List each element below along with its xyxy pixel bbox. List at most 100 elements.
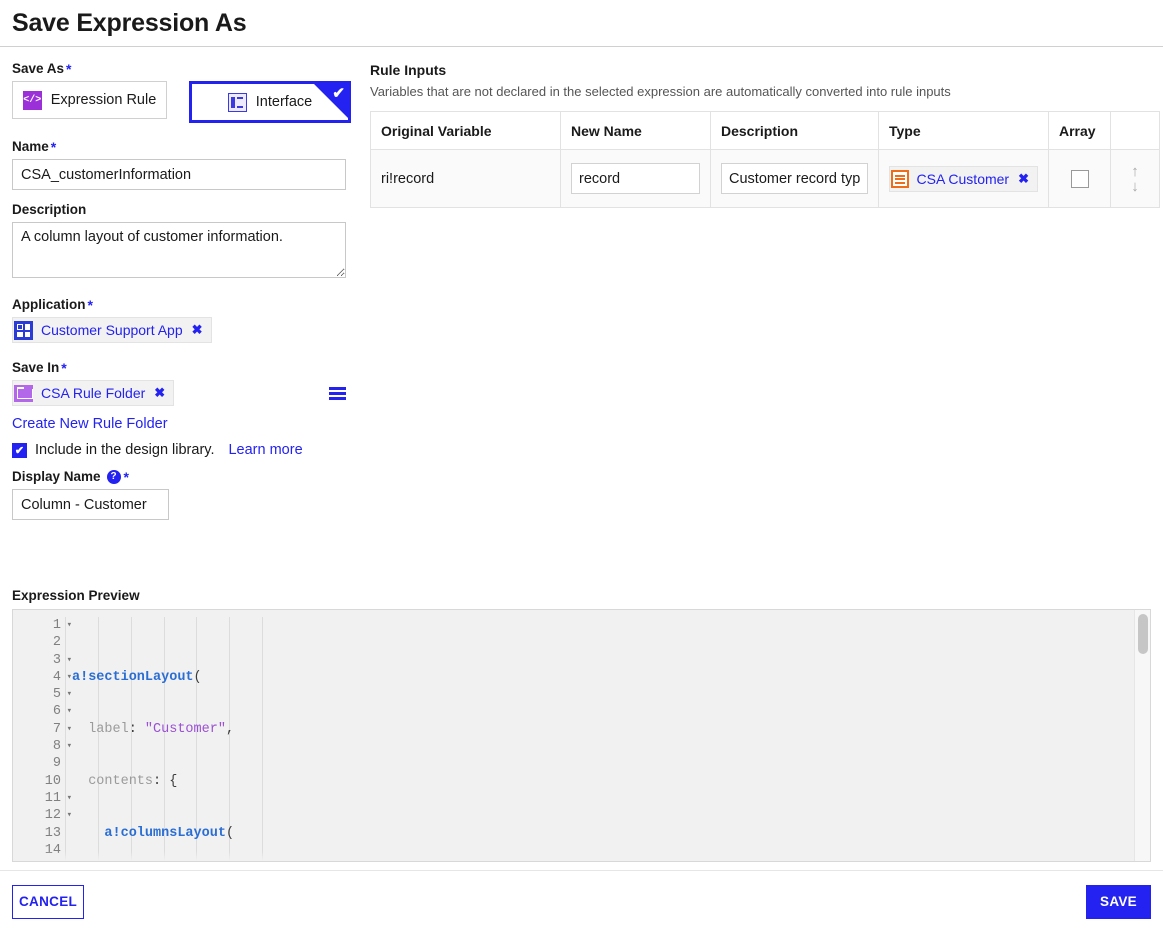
expression-preview-section: Expression Preview 1 ▾ 2 3 ▾ 4 ▾ 5 ▾ 6 ▾ 7 ▾ 8… xyxy=(0,588,1163,862)
design-library-row: ✔ Include in the design library. Learn m… xyxy=(12,442,362,458)
line-number: 2 xyxy=(52,635,61,651)
create-new-rule-folder-link[interactable]: Create New Rule Folder xyxy=(12,416,168,432)
list-picker-icon[interactable] xyxy=(329,386,346,400)
save-as-option-expression-rule[interactable]: </> Expression Rule xyxy=(12,81,167,119)
remove-application-icon[interactable]: ✖ xyxy=(192,322,203,338)
editor-line-numbers: 1 ▾ 2 3 ▾ 4 ▾ 5 ▾ 6 ▾ 7 ▾ 8 ▾ 9 10 11 ▾ 12 ▾ 13 1… xyxy=(13,617,72,861)
col-reorder xyxy=(1110,111,1160,150)
line-number: 1 ▾ xyxy=(52,618,72,633)
required-asterisk: * xyxy=(50,138,57,155)
cell-array xyxy=(1048,149,1111,208)
required-asterisk: * xyxy=(66,60,72,77)
check-icon: ✔ xyxy=(332,85,345,102)
line-number: 3 ▾ xyxy=(52,652,72,668)
line-number: 11 ▾ xyxy=(44,790,72,806)
array-checkbox[interactable] xyxy=(1070,169,1089,188)
required-asterisk: * xyxy=(87,296,93,313)
cell-reorder: ↑ ↓ xyxy=(1110,149,1160,208)
name-input[interactable] xyxy=(12,159,346,190)
table-row: ri!record CSA Custome xyxy=(370,149,1160,208)
type-chip[interactable]: CSA Customer ✖ xyxy=(889,166,1038,193)
line-number: 4 ▾ xyxy=(52,669,72,685)
move-down-icon[interactable]: ↓ xyxy=(1131,179,1139,194)
code-line: a!columnsLayout( xyxy=(104,825,235,841)
editor-code-area[interactable]: a!sectionLayout( label: "Customer", cont… xyxy=(65,617,1150,861)
expression-preview-label: Expression Preview xyxy=(12,588,140,603)
col-array: Array xyxy=(1048,111,1111,150)
save-in-chip-label: CSA Rule Folder xyxy=(41,385,146,401)
input-description-input[interactable] xyxy=(721,163,868,194)
type-chip-label: CSA Customer xyxy=(916,171,1010,188)
col-description: Description xyxy=(710,111,879,150)
line-number: 6 ▾ xyxy=(52,704,72,720)
line-number: 15 xyxy=(13,859,65,861)
dialog-footer: CANCEL SAVE xyxy=(0,870,1163,932)
required-asterisk: * xyxy=(61,359,67,376)
reorder-controls: ↑ ↓ xyxy=(1121,164,1149,194)
expression-preview-editor[interactable]: 1 ▾ 2 3 ▾ 4 ▾ 5 ▾ 6 ▾ 7 ▾ 8 ▾ 9 10 11 ▾ 12 ▾ 13 1… xyxy=(12,609,1151,862)
code-line: label: "Customer", xyxy=(88,721,235,737)
application-grid-icon xyxy=(13,318,34,342)
line-number: 12 ▾ xyxy=(44,808,72,824)
name-label: Name * xyxy=(12,139,362,154)
save-as-option-interface[interactable]: Interface ✔ xyxy=(189,81,351,123)
new-name-input[interactable] xyxy=(571,163,700,194)
save-in-row: CSA Rule Folder ✖ xyxy=(12,380,346,406)
rule-inputs-title: Rule Inputs xyxy=(370,62,447,78)
save-expression-as-dialog: Save Expression As Save As * </> Express… xyxy=(0,0,1163,932)
required-asterisk: * xyxy=(123,468,129,485)
editor-scrollbar[interactable] xyxy=(1134,610,1150,861)
interface-icon xyxy=(227,92,247,112)
folder-icon xyxy=(13,381,34,405)
remove-type-icon[interactable]: ✖ xyxy=(1018,171,1029,187)
include-design-library-checkbox[interactable]: ✔ xyxy=(12,442,27,458)
remove-folder-icon[interactable]: ✖ xyxy=(154,385,165,401)
name-label-text: Name xyxy=(12,139,49,154)
cell-type: CSA Customer ✖ xyxy=(878,149,1049,208)
application-label: Application * xyxy=(12,297,362,312)
cell-description xyxy=(710,149,879,208)
application-chip[interactable]: Customer Support App ✖ xyxy=(12,317,212,343)
page-title: Save Expression As xyxy=(12,8,247,37)
save-as-option-label: Interface xyxy=(255,94,313,110)
line-number: 8 ▾ xyxy=(52,739,72,755)
table-header-row: Original Variable New Name Description T… xyxy=(370,111,1160,150)
help-icon[interactable]: ? xyxy=(106,469,121,484)
description-label: Description xyxy=(12,202,362,217)
line-number: 7 ▾ xyxy=(52,721,72,737)
save-in-chip[interactable]: CSA Rule Folder ✖ xyxy=(12,380,175,406)
cancel-button[interactable]: CANCEL xyxy=(12,884,85,919)
line-number: 5 ▾ xyxy=(52,687,72,703)
display-name-label: Display Name ? * xyxy=(12,469,362,484)
rule-inputs-subtitle: Variables that are not declared in the s… xyxy=(370,84,951,99)
rule-inputs-panel: Rule Inputs Variables that are not decla… xyxy=(362,61,1160,208)
description-textarea[interactable]: A column layout of customer information. xyxy=(12,222,346,278)
save-as-option-label: Expression Rule xyxy=(50,92,157,108)
line-number: 10 xyxy=(44,773,61,789)
line-number: 13 xyxy=(44,825,61,841)
col-type: Type xyxy=(878,111,1049,150)
learn-more-link[interactable]: Learn more xyxy=(228,442,302,458)
code-icon: </> xyxy=(22,90,42,110)
line-number: 9 xyxy=(52,756,61,772)
save-as-option-group: </> Expression Rule Interface ✔ xyxy=(12,81,362,123)
selected-corner-badge: ✔ xyxy=(314,84,348,118)
move-up-icon[interactable]: ↑ xyxy=(1131,164,1139,179)
design-library-text: Include in the design library. xyxy=(35,442,215,458)
display-name-label-text: Display Name xyxy=(12,469,101,484)
code-line: contents: { xyxy=(88,773,178,789)
save-as-label-text: Save As xyxy=(12,61,65,76)
cell-original-variable: ri!record xyxy=(370,149,561,208)
description-label-text: Description xyxy=(12,202,87,217)
display-name-input[interactable] xyxy=(12,489,169,520)
save-in-label: Save In * xyxy=(12,360,362,375)
col-original-variable: Original Variable xyxy=(370,111,561,150)
editor-scrollbar-thumb[interactable] xyxy=(1138,614,1148,654)
cell-new-name xyxy=(560,149,711,208)
code-line: a!sectionLayout( xyxy=(72,669,202,685)
record-type-icon xyxy=(890,167,910,191)
dialog-header: Save Expression As xyxy=(0,0,1163,47)
save-button[interactable]: SAVE xyxy=(1086,884,1151,919)
line-number: 14 xyxy=(44,842,61,858)
save-in-label-text: Save In xyxy=(12,360,60,375)
